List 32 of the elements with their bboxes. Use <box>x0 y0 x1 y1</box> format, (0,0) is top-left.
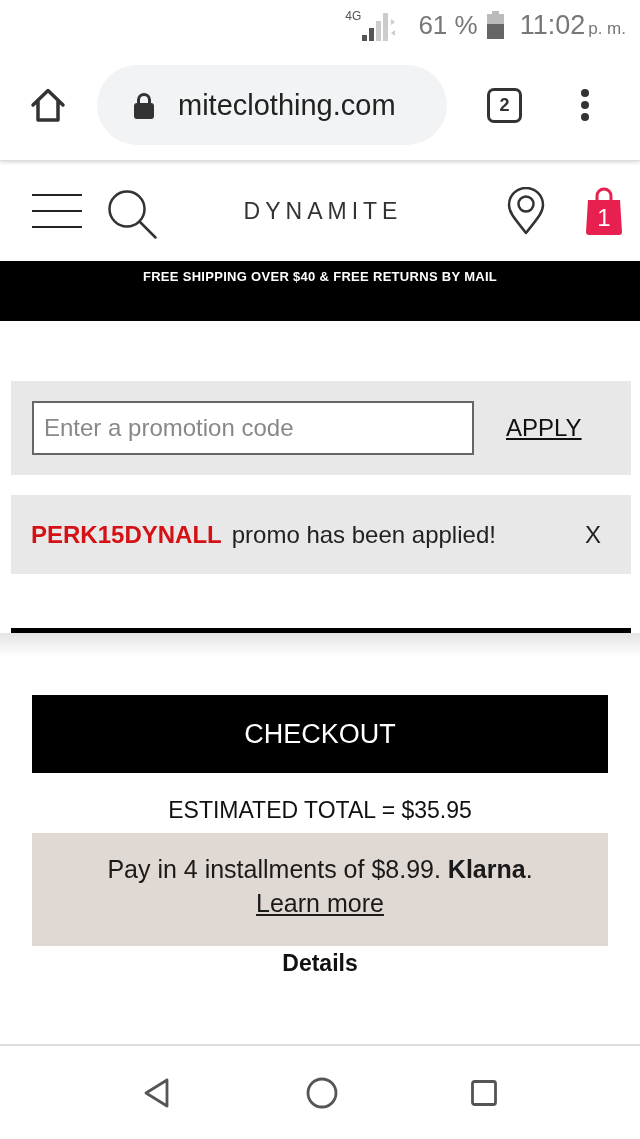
location-pin-icon[interactable] <box>507 187 545 235</box>
more-options-icon[interactable] <box>580 89 590 121</box>
shopping-bag-icon <box>585 187 623 235</box>
estimated-total: ESTIMATED TOTAL = $35.95 <box>168 796 472 825</box>
checkout-button[interactable]: CHECKOUT <box>32 695 608 773</box>
promo-applied-message: promo has been applied! <box>231 520 496 549</box>
promo-code-field[interactable]: Enter a promotion code <box>32 401 474 455</box>
promo-code-text: PERK15DYNALL <box>31 520 222 549</box>
clock-period: p. m. <box>588 19 626 39</box>
home-icon[interactable] <box>30 87 66 123</box>
shipping-notice: FREE SHIPPING OVER $40 & FREE RETURNS BY MAIL <box>142 269 498 285</box>
brand-logo[interactable]: DYNAMITE <box>243 197 403 225</box>
learn-more-link[interactable]: Learn more <box>256 886 384 920</box>
installments-text: Pay in 4 installments of $8.99. Klarna. <box>107 854 533 885</box>
signal-icon <box>362 13 397 41</box>
battery-percent: 61 % <box>418 9 478 41</box>
clock-time: 11:02 <box>519 9 586 41</box>
back-icon[interactable] <box>143 1077 170 1108</box>
tab-switcher-button[interactable]: 2 <box>487 87 522 123</box>
address-bar[interactable]: miteclothing.com <box>97 65 447 145</box>
details-link[interactable]: Details <box>282 950 358 976</box>
recent-apps-icon[interactable] <box>470 1079 497 1106</box>
apply-link[interactable]: APPLY <box>506 414 582 442</box>
network-type-text: 4G <box>345 10 362 22</box>
close-button[interactable]: X <box>585 520 601 549</box>
battery-icon <box>486 11 504 39</box>
search-icon[interactable] <box>107 189 157 239</box>
menu-icon[interactable] <box>32 194 82 228</box>
lock-icon <box>133 91 155 119</box>
home-circle-icon[interactable] <box>305 1076 338 1109</box>
cart-button[interactable]: 1 <box>585 187 623 235</box>
url-text: miteclothing.com <box>178 88 396 122</box>
